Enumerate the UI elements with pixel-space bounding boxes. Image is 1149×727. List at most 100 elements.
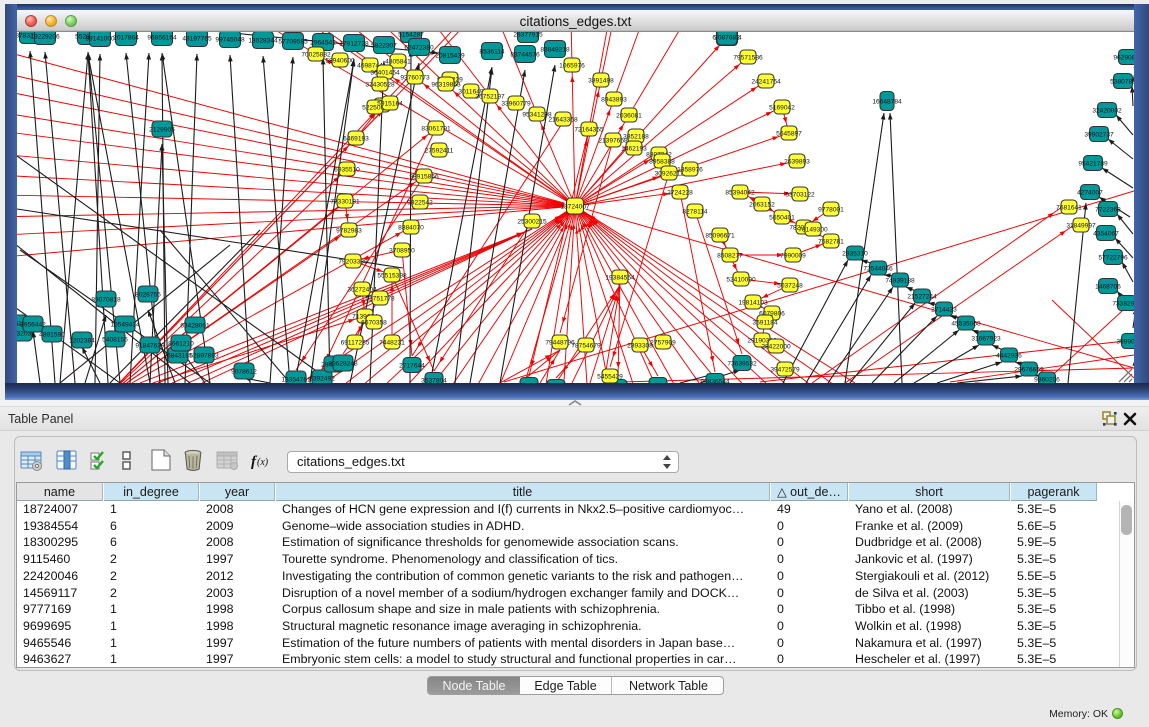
svg-text:20815439: 20815439 (435, 52, 465, 59)
svg-text:3852188: 3852188 (623, 133, 649, 140)
svg-text:31667923: 31667923 (971, 335, 1001, 342)
svg-text:4442936: 4442936 (996, 352, 1022, 359)
svg-text:72544046: 72544046 (863, 265, 893, 272)
svg-text:4274007: 4274007 (1077, 189, 1103, 196)
svg-text:2717644: 2717644 (399, 362, 425, 369)
svg-text:72164355: 72164355 (574, 126, 604, 133)
svg-text:1462193: 1462193 (621, 145, 647, 152)
svg-text:36752197: 36752197 (475, 93, 505, 100)
svg-text:83849218: 83849218 (540, 46, 570, 53)
svg-text:62472380: 62472380 (404, 44, 434, 51)
svg-text:7582781: 7582781 (818, 238, 844, 245)
svg-text:90836544: 90836544 (700, 378, 730, 383)
svg-text:37430528: 37430528 (365, 81, 395, 88)
svg-text:74939188: 74939188 (885, 277, 915, 284)
svg-text:89070818: 89070818 (91, 296, 121, 303)
svg-text:21527244: 21527244 (907, 293, 937, 300)
svg-text:1065976: 1065976 (559, 62, 585, 69)
svg-text:57709585: 57709585 (278, 38, 308, 45)
svg-text:79571586: 79571586 (733, 54, 763, 61)
svg-text:7722368: 7722368 (1095, 206, 1121, 213)
svg-text:7100362: 7100362 (516, 382, 542, 383)
svg-text:5408156: 5408156 (102, 336, 128, 343)
svg-text:9078612: 9078612 (231, 368, 257, 375)
svg-text:2087682: 2087682 (714, 34, 740, 41)
svg-text:98915866: 98915866 (409, 173, 439, 180)
svg-text:3956442: 3956442 (20, 321, 46, 328)
svg-text:85096671: 85096671 (705, 232, 735, 239)
svg-text:8661210: 8661210 (168, 340, 194, 347)
svg-text:2017864: 2017864 (113, 34, 139, 41)
svg-text:2129905: 2129905 (149, 126, 175, 133)
svg-text:18354761: 18354761 (281, 376, 311, 383)
svg-text:2063152: 2063152 (749, 201, 775, 208)
svg-text:79203339: 79203339 (338, 258, 368, 265)
svg-text:63428001: 63428001 (180, 322, 210, 329)
svg-text:4891590: 4891590 (39, 331, 65, 338)
svg-text:2036081: 2036081 (616, 112, 642, 119)
svg-text:6935510: 6935510 (334, 166, 360, 173)
svg-text:19384554: 19384554 (605, 274, 635, 281)
svg-text:3891498: 3891498 (588, 77, 614, 84)
svg-text:5650401: 5650401 (769, 214, 795, 221)
svg-text:19229206: 19229206 (30, 33, 60, 40)
svg-text:5645897: 5645897 (776, 130, 802, 137)
svg-text:5455429: 5455429 (597, 373, 623, 380)
svg-text:5169042: 5169042 (769, 104, 795, 111)
svg-text:5822307: 5822307 (371, 42, 397, 49)
svg-text:85394042: 85394042 (725, 189, 755, 196)
svg-text:5154287: 5154287 (398, 32, 424, 38)
svg-text:78754679: 78754679 (571, 342, 601, 349)
svg-text:2935310: 2935310 (842, 250, 868, 257)
svg-text:21643368: 21643368 (548, 116, 578, 123)
svg-text:62897893: 62897893 (189, 352, 219, 359)
svg-text:83744576: 83744576 (510, 51, 540, 58)
svg-text:2724228: 2724228 (667, 189, 693, 196)
svg-text:29676659: 29676659 (1014, 366, 1044, 373)
svg-text:17912728: 17912728 (339, 40, 369, 47)
svg-text:8508277: 8508277 (717, 252, 743, 259)
svg-text:10549434: 10549434 (110, 321, 140, 328)
svg-text:31849997: 31849997 (1066, 222, 1096, 229)
svg-text:78149300: 78149300 (798, 226, 828, 233)
svg-text:99745048: 99745048 (215, 36, 245, 43)
svg-text:58940600: 58940600 (325, 57, 355, 64)
svg-text:7990009: 7990009 (780, 252, 806, 259)
svg-text:13028344: 13028344 (248, 37, 278, 44)
svg-text:18724007: 18724007 (560, 203, 590, 210)
svg-text:35990584: 35990584 (1116, 338, 1134, 345)
svg-text:8536114: 8536114 (479, 48, 505, 55)
svg-text:8384070: 8384070 (398, 224, 424, 231)
svg-text:5232182: 5232182 (645, 382, 671, 383)
svg-text:24241764: 24241764 (751, 78, 781, 85)
svg-text:8943893: 8943893 (601, 96, 627, 103)
svg-text:28377915: 28377915 (513, 32, 543, 38)
svg-text:77330181: 77330181 (330, 198, 360, 205)
svg-text:83061791: 83061791 (421, 125, 451, 132)
svg-text:8392492: 8392492 (309, 375, 335, 382)
svg-text:25300215: 25300215 (517, 218, 547, 225)
svg-text:9782983: 9782983 (336, 227, 362, 234)
svg-text:3537804: 3537804 (421, 377, 447, 383)
svg-text:32420002: 32420002 (1092, 107, 1122, 114)
svg-text:8278114: 8278114 (682, 208, 708, 215)
svg-text:69117285: 69117285 (341, 339, 370, 346)
svg-text:93760773: 93760773 (400, 74, 430, 81)
svg-text:2714423: 2714423 (931, 306, 957, 313)
svg-text:4805841: 4805841 (385, 58, 411, 65)
svg-text:28422000: 28422000 (761, 343, 791, 350)
svg-text:95421789: 95421789 (1078, 160, 1108, 167)
svg-text:3708950: 3708950 (389, 247, 415, 254)
svg-text:96319863: 96319863 (431, 81, 461, 88)
svg-text:7448231: 7448231 (379, 339, 405, 346)
svg-text:36401454: 36401454 (370, 69, 400, 76)
svg-text:33960779: 33960779 (501, 100, 531, 107)
svg-text:52410090: 52410090 (726, 276, 756, 283)
svg-text:99141000: 99141000 (85, 35, 115, 42)
svg-text:2757909: 2757909 (650, 339, 676, 346)
svg-text:39472579: 39472579 (770, 366, 800, 373)
svg-text:(x): (x) (257, 457, 269, 468)
svg-text:9860206: 9860206 (1034, 376, 1060, 383)
svg-text:19814103: 19814103 (738, 299, 768, 306)
svg-text:8958388: 8958388 (649, 158, 675, 165)
